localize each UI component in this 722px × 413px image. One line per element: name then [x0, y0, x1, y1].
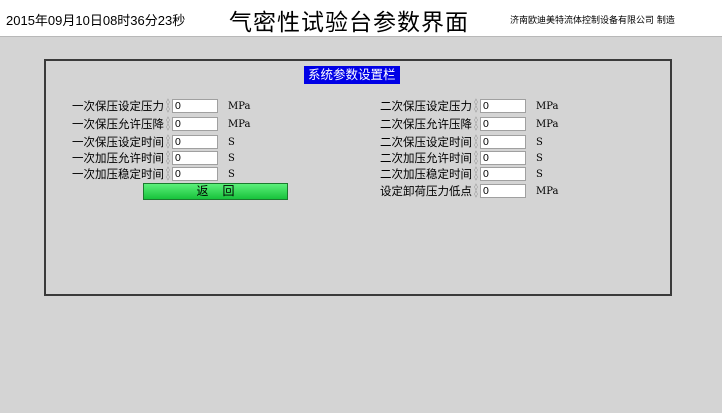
- param-input[interactable]: 0: [480, 184, 526, 198]
- param-input[interactable]: 0: [172, 135, 218, 149]
- datetime-display: 2015年09月10日08时36分23秒: [6, 13, 186, 28]
- param-input[interactable]: 0: [172, 117, 218, 131]
- param-unit: S: [536, 152, 543, 164]
- param-input[interactable]: 0: [172, 167, 218, 181]
- param-label: 一次保压设定压力: [72, 99, 164, 113]
- param-unit: MPa: [228, 118, 251, 130]
- param-unit: S: [536, 168, 543, 180]
- param-input[interactable]: 0: [172, 99, 218, 113]
- spin-arrows-icon[interactable]: ◊ ◊: [472, 151, 480, 165]
- spin-arrows-icon[interactable]: ◊ ◊: [164, 151, 172, 165]
- param-row-left-4: 一次加压允许时间 ◊ ◊ 0 S: [44, 150, 235, 166]
- param-unit: S: [228, 136, 235, 148]
- param-unit: MPa: [228, 100, 251, 112]
- param-row-left-1: 一次保压设定压力 ◊ ◊ 0 MPa: [44, 98, 250, 114]
- manufacturer-label: 济南欧迪美特流体控制设备有限公司 制造: [510, 16, 675, 26]
- param-label: 一次加压允许时间: [72, 151, 164, 165]
- spin-arrows-icon[interactable]: ◊ ◊: [472, 184, 480, 198]
- param-unit: S: [536, 136, 543, 148]
- param-row-right-1: 二次保压设定压力 ◊ ◊ 0 MPa: [352, 98, 558, 114]
- param-input[interactable]: 0: [480, 117, 526, 131]
- spin-arrows-icon[interactable]: ◊ ◊: [472, 117, 480, 131]
- spin-arrows-icon[interactable]: ◊ ◊: [472, 167, 480, 181]
- param-row-right-3: 二次保压设定时间 ◊ ◊ 0 S: [352, 134, 543, 150]
- param-unit: S: [228, 168, 235, 180]
- settings-panel: 系统参数设置栏 一次保压设定压力 ◊ ◊ 0 MPa 一次保压允许压降 ◊ ◊ 0 …: [44, 59, 672, 296]
- param-unit: S: [228, 152, 235, 164]
- param-label: 一次保压允许压降: [72, 117, 164, 131]
- param-row-right-4: 二次加压允许时间 ◊ ◊ 0 S: [352, 150, 543, 166]
- param-label: 二次保压设定时间: [380, 135, 472, 149]
- param-unit: MPa: [536, 100, 559, 112]
- param-unit: MPa: [536, 118, 559, 130]
- param-unit: MPa: [536, 185, 559, 197]
- panel-title: 系统参数设置栏: [304, 66, 400, 84]
- spin-arrows-icon[interactable]: ◊ ◊: [164, 99, 172, 113]
- page-title: 气密性试验台参数界面: [229, 10, 469, 36]
- spin-arrows-icon[interactable]: ◊ ◊: [472, 99, 480, 113]
- spin-arrows-icon[interactable]: ◊ ◊: [472, 135, 480, 149]
- param-input[interactable]: 0: [172, 151, 218, 165]
- spin-arrows-icon[interactable]: ◊ ◊: [164, 117, 172, 131]
- spin-arrows-icon[interactable]: ◊ ◊: [164, 167, 172, 181]
- param-row-right-2: 二次保压允许压降 ◊ ◊ 0 MPa: [352, 116, 558, 132]
- spin-arrows-icon[interactable]: ◊ ◊: [164, 135, 172, 149]
- back-button[interactable]: 返回: [143, 183, 288, 200]
- param-label: 一次加压稳定时间: [72, 167, 164, 181]
- param-row-left-2: 一次保压允许压降 ◊ ◊ 0 MPa: [44, 116, 250, 132]
- param-label: 一次保压设定时间: [72, 135, 164, 149]
- param-row-left-5: 一次加压稳定时间 ◊ ◊ 0 S: [44, 166, 235, 182]
- param-input[interactable]: 0: [480, 135, 526, 149]
- param-row-right-6: 设定卸荷压力低点 ◊ ◊ 0 MPa: [352, 183, 558, 199]
- param-label: 二次保压设定压力: [380, 99, 472, 113]
- param-label: 二次保压允许压降: [380, 117, 472, 131]
- param-row-right-5: 二次加压稳定时间 ◊ ◊ 0 S: [352, 166, 543, 182]
- header-bar: 2015年09月10日08时36分23秒 气密性试验台参数界面 济南欧迪美特流体…: [0, 0, 722, 37]
- param-input[interactable]: 0: [480, 99, 526, 113]
- param-row-left-3: 一次保压设定时间 ◊ ◊ 0 S: [44, 134, 235, 150]
- param-label: 二次加压稳定时间: [380, 167, 472, 181]
- param-label: 设定卸荷压力低点: [380, 184, 472, 198]
- param-input[interactable]: 0: [480, 167, 526, 181]
- param-label: 二次加压允许时间: [380, 151, 472, 165]
- param-input[interactable]: 0: [480, 151, 526, 165]
